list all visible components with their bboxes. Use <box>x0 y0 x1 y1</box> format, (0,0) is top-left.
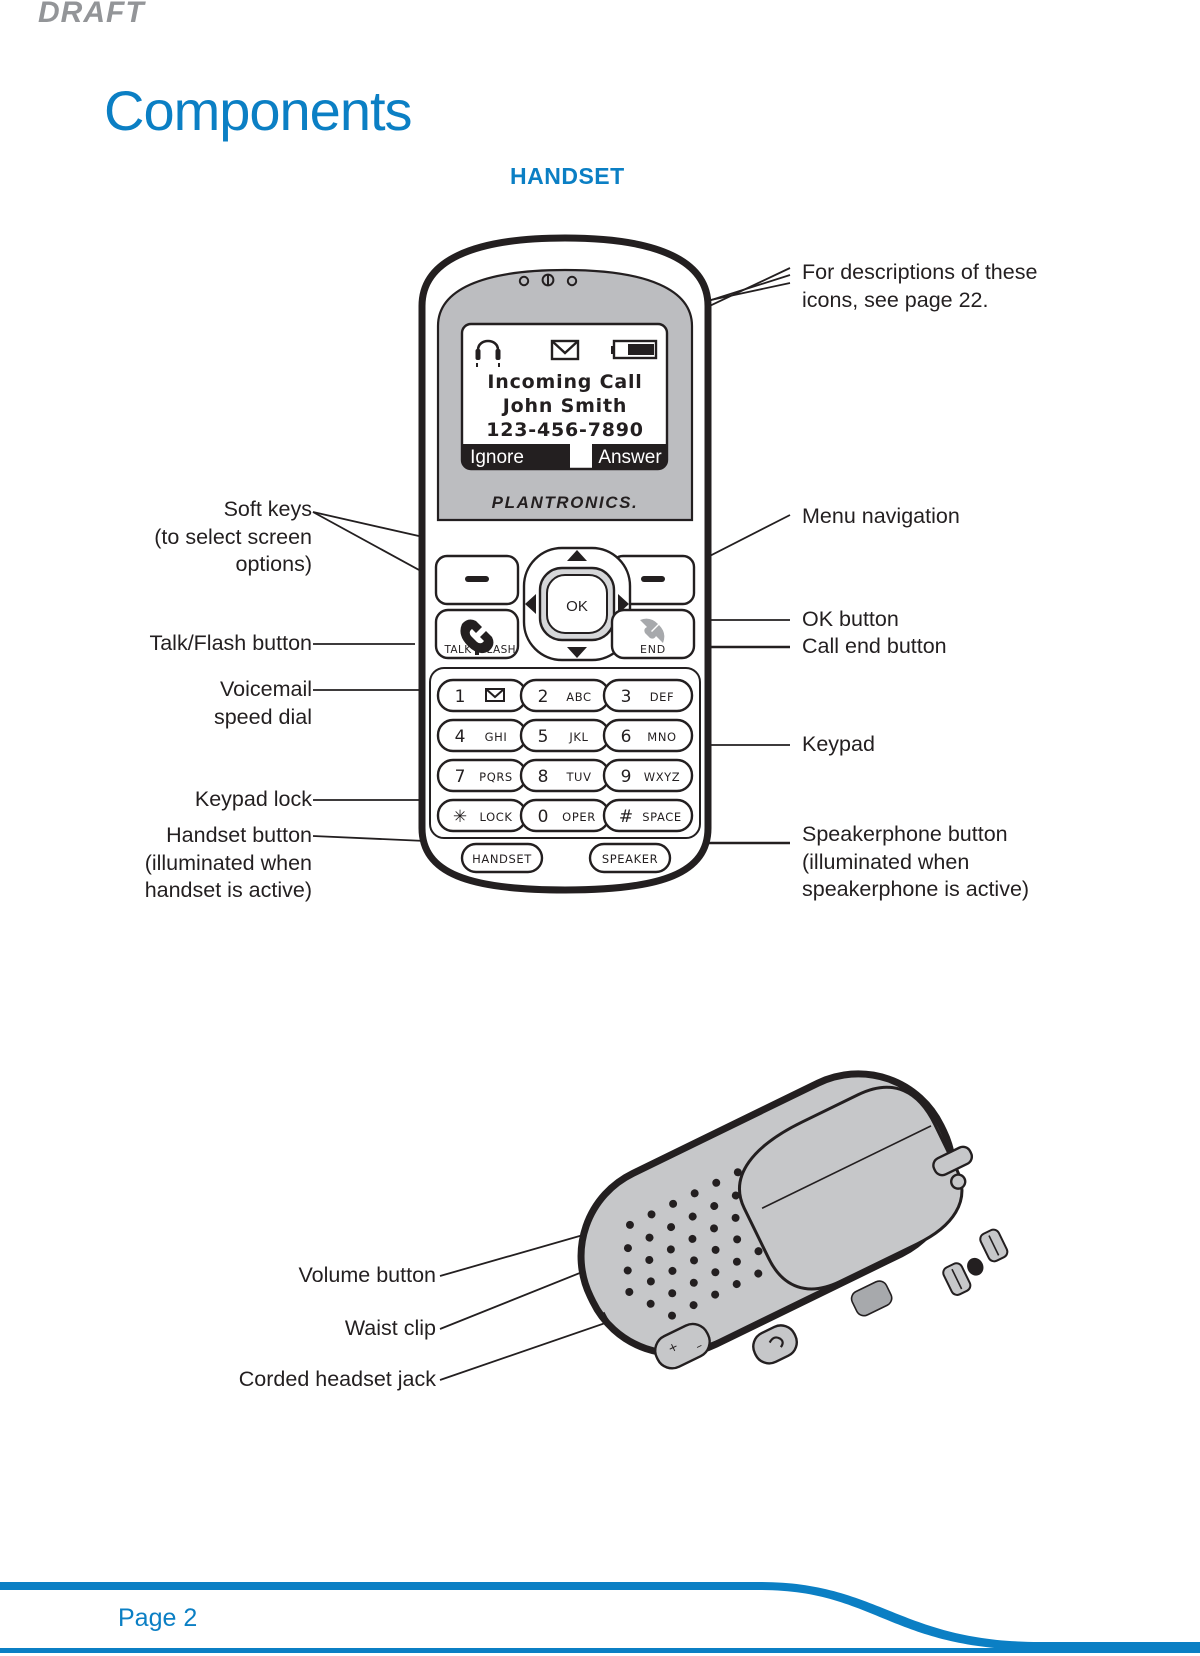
speakerphone-button: SPEAKER <box>588 842 672 874</box>
key-space-11[interactable]: # SPACE <box>602 798 694 833</box>
key-1-0[interactable]: 1 <box>436 678 528 713</box>
section-heading-handset: HANDSET <box>510 163 625 189</box>
key-mno-5[interactable]: 6 MNO <box>602 718 694 753</box>
key-digit: 2 <box>538 687 549 707</box>
callout-keypad-lock: Keypad lock <box>194 787 312 811</box>
callout-ok-button: OK button <box>802 607 899 631</box>
key-digit: 6 <box>621 727 632 747</box>
key-letters: SPACE <box>642 810 681 824</box>
lcd-screen: Incoming Call John Smith 123-456-7890 Ig… <box>460 322 669 471</box>
battery-icon <box>611 339 658 360</box>
key-pqrs-6[interactable]: 7 PQRS <box>436 758 528 793</box>
key-letters: LOCK <box>479 810 512 824</box>
key-digit: ✳ <box>453 807 467 827</box>
key-digit: 7 <box>455 767 466 787</box>
envelope-icon <box>485 688 505 702</box>
key-digit: 4 <box>455 727 466 747</box>
screen-line-1: Incoming Call <box>487 371 642 393</box>
end-label: END <box>640 643 666 656</box>
key-digit: 1 <box>455 687 466 707</box>
callout-soft-keys: Soft keys (to select screen options) <box>154 497 312 576</box>
cradle-illustration: + – <box>577 1070 1009 1370</box>
key-digit: 0 <box>538 807 549 827</box>
key-abc-1[interactable]: 2 ABC <box>519 678 611 713</box>
callout-volume-button: Volume button <box>298 1263 436 1287</box>
speakerphone-button-label: SPEAKER <box>602 852 658 866</box>
ok-button-label: OK <box>566 598 588 615</box>
callout-call-end-button: Call end button <box>802 634 947 658</box>
callout-waist-clip: Waist clip <box>344 1316 436 1340</box>
callout-menu-navigation: Menu navigation <box>802 504 960 528</box>
handset-button: HANDSET <box>460 842 544 874</box>
screen-line-3: 123-456-7890 <box>486 419 644 441</box>
key-digit: 3 <box>621 687 632 707</box>
key-lock-9[interactable]: ✳ LOCK <box>436 798 528 833</box>
talk-label: TALK <box>443 644 472 656</box>
key-digit: 5 <box>538 727 549 747</box>
handset-illustration: Incoming Call John Smith 123-456-7890 Ig… <box>418 234 712 894</box>
key-letters: TUV <box>565 770 591 784</box>
softkey-right-label: Answer <box>598 447 662 468</box>
handset-button-label: HANDSET <box>472 852 532 866</box>
footer-decoration <box>0 1582 1200 1653</box>
key-oper-10[interactable]: 0 OPER <box>519 798 611 833</box>
key-letters: WXYZ <box>644 770 681 784</box>
flash-label: FLASH <box>480 644 516 656</box>
key-tuv-7[interactable]: 8 TUV <box>519 758 611 793</box>
screen-line-2: John Smith <box>501 395 627 417</box>
page-number: Page 2 <box>118 1604 198 1632</box>
callout-corded-headset-jack: Corded headset jack <box>238 1367 436 1391</box>
key-letters: DEF <box>650 690 675 704</box>
key-letters: PQRS <box>479 770 513 784</box>
key-letters: JKL <box>568 730 588 744</box>
callout-voicemail-speed-dial: Voicemail speed dial <box>213 677 312 729</box>
key-letters: OPER <box>562 810 596 824</box>
key-letters: GHI <box>485 730 508 744</box>
draft-watermark: DRAFT <box>38 0 145 29</box>
call-end-button: END <box>610 608 696 660</box>
key-ghi-3[interactable]: 4 GHI <box>436 718 528 753</box>
key-letters: ABC <box>566 690 591 704</box>
key-def-2[interactable]: 3 DEF <box>602 678 694 713</box>
key-wxyz-8[interactable]: 9 WXYZ <box>602 758 694 793</box>
key-letters: MNO <box>647 730 676 744</box>
envelope-icon <box>550 339 580 361</box>
softkey-left-label: Ignore <box>470 447 524 468</box>
talk-flash-button: TALK FLASH <box>434 608 520 660</box>
callout-keypad: Keypad <box>802 732 875 756</box>
page-title: Components <box>104 79 413 142</box>
callout-handset-button: Handset button (illuminated when handset… <box>144 823 312 902</box>
callout-speakerphone-button: Speakerphone button (illuminated when sp… <box>802 822 1030 901</box>
brand-logo: PLANTRONICS. <box>492 493 639 512</box>
key-digit: 8 <box>538 767 549 787</box>
key-digit: # <box>619 807 633 827</box>
key-jkl-4[interactable]: 5 JKL <box>519 718 611 753</box>
callout-icon-descriptions: For descriptions of these icons, see pag… <box>802 260 1038 312</box>
callout-talk-flash-button: Talk/Flash button <box>149 631 312 655</box>
key-digit: 9 <box>621 767 632 787</box>
